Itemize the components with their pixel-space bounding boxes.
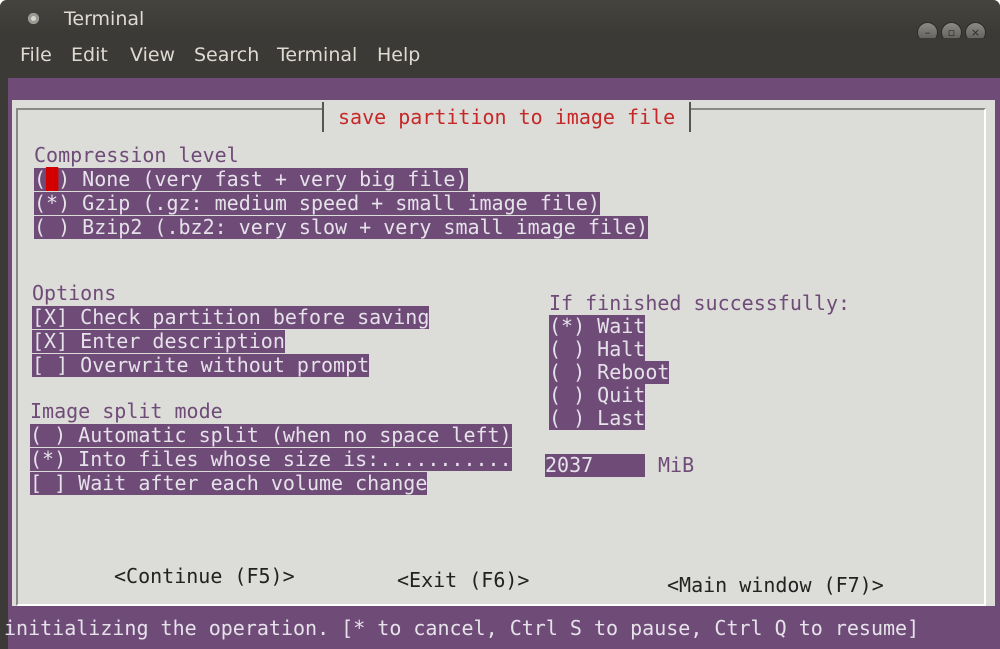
compression-option-gzip[interactable]: (*) Gzip (.gz: medium speed + small imag… [34,192,600,215]
status-bar: initializing the operation. [* to cancel… [4,606,1000,649]
compression-label: Compression level [34,143,239,167]
finished-text: Reboot [585,360,670,384]
menu-terminal[interactable]: Terminal [277,44,357,66]
radio-marker: ( ) [34,215,71,239]
radio-marker: (*) [549,314,586,338]
radio-marker: ( ) [549,360,586,384]
cursor: █ [46,167,59,191]
radio-marker: ( ) [549,337,586,361]
compression-bzip2-text: Bzip2 (.bz2: very slow + very small imag… [70,215,649,239]
radio-marker: ( ) [549,383,586,407]
radio-marker: ( ) [549,406,586,430]
option-text: Check partition before saving [68,305,430,329]
option-check-partition[interactable]: [X] Check partition before saving [32,305,430,329]
status-text: initializing the operation. [* to cancel… [4,616,920,640]
compression-none-text: None (very fast + very big file) [70,167,468,191]
finished-label: If finished successfully: [549,291,851,315]
finished-text: Quit [585,383,646,407]
finished-text: Last [585,406,646,430]
menu-edit[interactable]: Edit [71,44,108,66]
finished-option-quit[interactable]: ( ) Quit [549,383,646,407]
finished-text: Halt [585,337,646,361]
option-text: Overwrite without prompt [68,353,370,377]
menu-help[interactable]: Help [377,44,420,66]
compression-option-bzip2[interactable]: ( ) Bzip2 (.bz2: very slow + very small … [34,215,649,239]
finished-option-last[interactable]: ( ) Last [549,406,646,430]
split-label: Image split mode [30,399,223,423]
checkbox-marker: [X] [32,329,69,353]
menu-file[interactable]: File [20,44,52,66]
finished-option-reboot[interactable]: ( ) Reboot [549,360,670,384]
checkbox-marker: [ ] [32,353,69,377]
terminal-icon [28,13,39,24]
radio-close: ) [58,167,71,191]
split-option-size[interactable]: (*) Into files whose size is:........... [30,448,512,471]
dialog-title: save partition to image file [322,102,692,132]
split-option-wait[interactable]: [ ] Wait after each volume change [30,472,428,495]
split-size-input[interactable]: 2037 [545,454,645,477]
exit-button[interactable]: <Exit (F6)> [397,568,529,592]
dialog-panel: save partition to image file Compression… [12,100,995,620]
main-window-button[interactable]: <Main window (F7)> [667,573,884,597]
option-text: Enter description [68,329,285,353]
title-bar: Terminal – ▫ × [0,0,1000,43]
radio-marker: (*) [34,191,71,215]
menu-bar: File Edit View Search Terminal Help [0,38,1000,78]
window-title: Terminal [64,8,145,30]
option-overwrite[interactable]: [ ] Overwrite without prompt [32,353,370,377]
menu-view[interactable]: View [130,44,175,66]
terminal-window: Terminal – ▫ × File Edit View Search Ter… [0,0,1000,649]
options-label: Options [32,281,117,305]
terminal-content: save partition to image file Compression… [4,78,1000,649]
continue-button[interactable]: <Continue (F5)> [114,564,295,588]
compression-option-none[interactable]: (█) None (very fast + very big file) [34,167,468,191]
finished-option-halt[interactable]: ( ) Halt [549,337,646,361]
option-enter-description[interactable]: [X] Enter description [32,330,285,353]
menu-search[interactable]: Search [194,44,259,66]
compression-gzip-text: Gzip (.gz: medium speed + small image fi… [70,191,600,215]
finished-text: Wait [585,314,646,338]
split-option-automatic[interactable]: ( ) Automatic split (when no space left) [30,424,512,447]
radio-open: ( [34,167,47,191]
split-size-unit: MiB [658,453,695,477]
finished-option-wait[interactable]: (*) Wait [549,314,646,338]
checkbox-marker: [X] [32,305,69,329]
